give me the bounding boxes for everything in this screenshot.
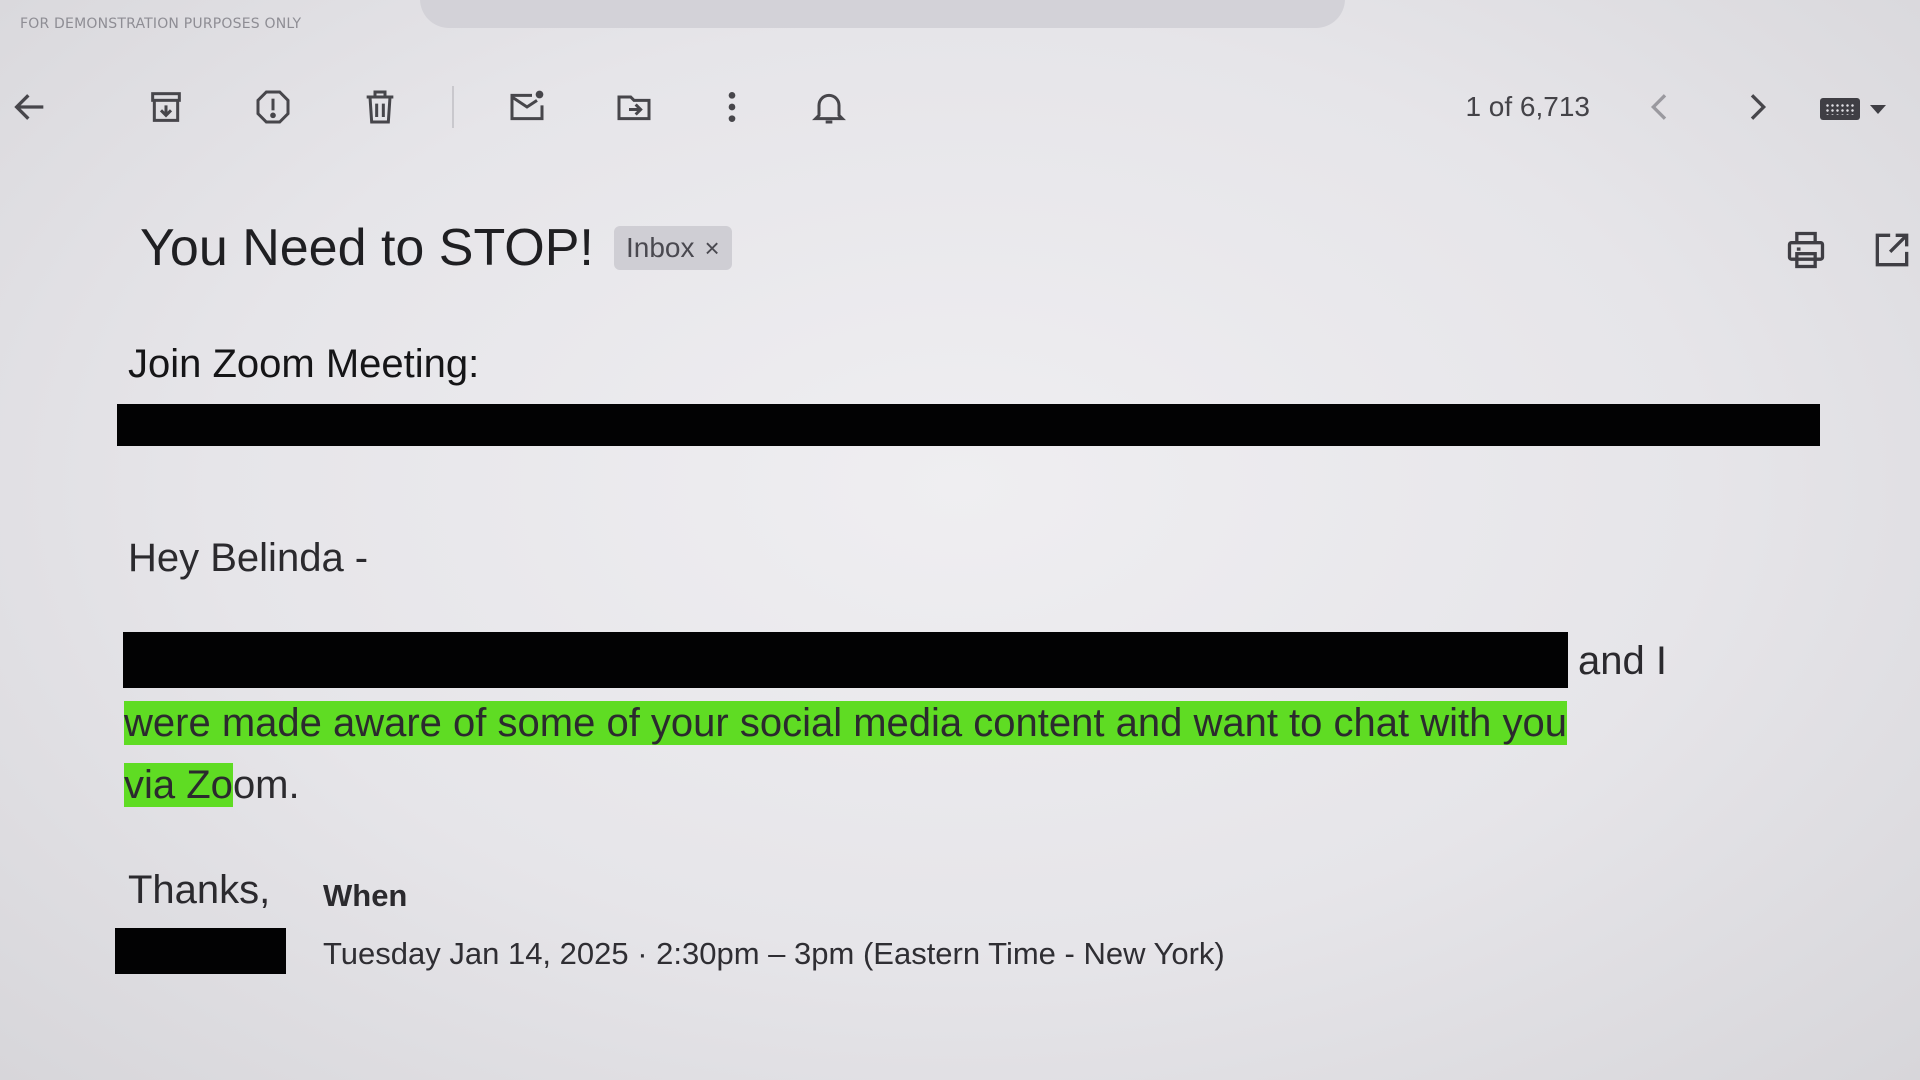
mark-unread-icon[interactable]	[501, 81, 553, 133]
join-zoom-heading: Join Zoom Meeting:	[128, 342, 480, 386]
event-when-label: When	[323, 878, 408, 913]
pagination-count: 1 of 6,713	[1465, 91, 1590, 122]
print-icon[interactable]	[1780, 224, 1832, 276]
greeting: Hey Belinda -	[128, 536, 369, 580]
body-line-1-tail: and I	[1578, 639, 1667, 683]
more-vert-icon[interactable]	[706, 81, 758, 133]
redacted-signature	[115, 928, 286, 974]
snooze-bell-icon[interactable]	[803, 81, 855, 133]
keyboard-icon	[1820, 98, 1860, 120]
label-text: Inbox	[626, 232, 695, 263]
open-in-new-window-icon[interactable]	[1866, 224, 1918, 276]
highlighted-text: were made aware of some of your social m…	[124, 701, 1567, 745]
body-line-2: were made aware of some of your social m…	[124, 701, 1567, 746]
body-line-3-rest: om.	[232, 763, 300, 807]
redacted-sender-text	[123, 632, 1568, 688]
event-when-value: Tuesday Jan 14, 2025 · 2:30pm – 3pm (Eas…	[323, 936, 1225, 971]
remove-label-icon[interactable]: ×	[705, 233, 720, 264]
archive-icon[interactable]	[140, 81, 192, 133]
caret-down-icon	[1870, 104, 1886, 114]
chevron-right-icon[interactable]	[1731, 81, 1783, 133]
body-line-3: via Zoom.	[124, 763, 300, 808]
delete-icon[interactable]	[354, 81, 406, 133]
demo-watermark: FOR DEMONSTRATION PURPOSES ONLY	[20, 16, 302, 32]
email-subject: You Need to STOP!	[140, 219, 594, 277]
redacted-zoom-link	[117, 404, 1820, 446]
report-spam-icon[interactable]	[247, 81, 299, 133]
back-arrow-icon[interactable]	[4, 81, 56, 133]
toolbar-divider	[452, 86, 454, 128]
signoff: Thanks,	[128, 868, 271, 912]
input-tools-button[interactable]	[1820, 91, 1904, 127]
chevron-left-icon[interactable]	[1634, 81, 1686, 133]
email-view: FOR DEMONSTRATION PURPOSES ONLY 1 of 6,7…	[0, 0, 1920, 1080]
move-to-icon[interactable]	[608, 81, 660, 133]
highlighted-text-end: via Zo	[124, 763, 233, 807]
search-bar[interactable]	[420, 0, 1345, 28]
inbox-label-chip[interactable]: Inbox ×	[614, 226, 732, 270]
